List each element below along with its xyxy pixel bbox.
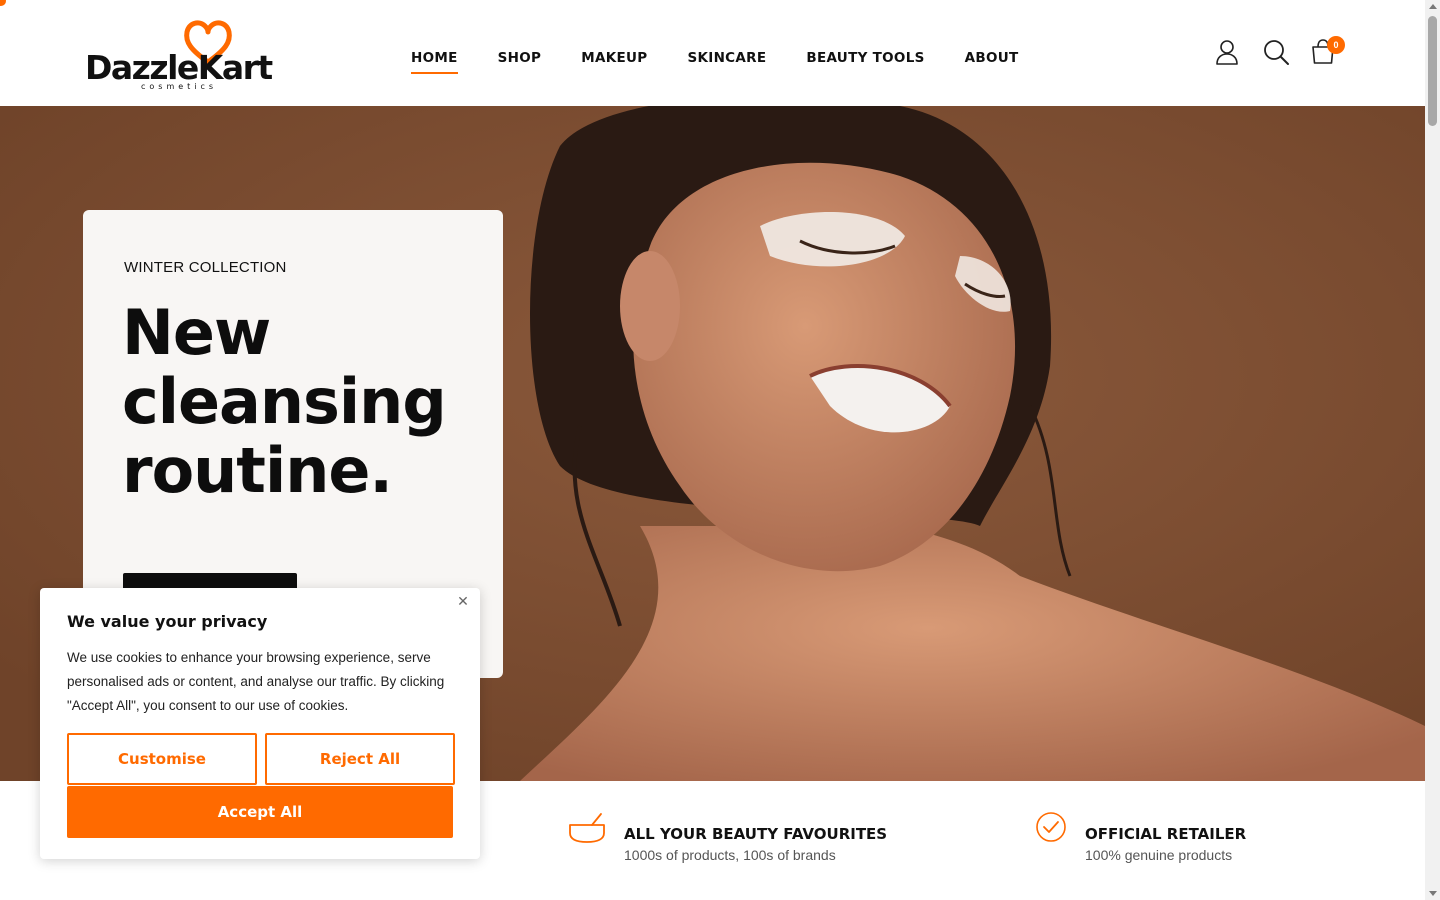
user-icon <box>1216 40 1238 65</box>
cookie-text: We use cookies to enhance your browsing … <box>67 650 445 713</box>
nav-makeup[interactable]: MAKEUP <box>581 50 647 72</box>
feature-item: ALL YOUR BEAUTY FAVOURITES 1000s of prod… <box>568 811 887 863</box>
feature-title: OFFICIAL RETAILER <box>1085 825 1247 843</box>
account-button[interactable] <box>1214 38 1240 66</box>
cookie-consent-dialog: ✕ We value your privacy We use cookies t… <box>40 588 480 859</box>
feature-title: ALL YOUR BEAUTY FAVOURITES <box>624 825 888 843</box>
nav-home[interactable]: HOME <box>411 50 458 74</box>
hero-title-line: routine. <box>122 434 393 507</box>
nav-about[interactable]: ABOUT <box>965 50 1019 72</box>
corner-dot <box>0 0 6 6</box>
search-icon <box>1264 40 1289 65</box>
page-scrollbar[interactable] <box>1425 0 1440 900</box>
close-icon[interactable]: ✕ <box>454 592 472 610</box>
mortar-bowl-icon <box>569 813 605 843</box>
cookie-title: We value your privacy <box>67 612 268 631</box>
main-nav: HOME SHOP MAKEUP SKINCARE BEAUTY TOOLS A… <box>411 50 1019 74</box>
feature-subtitle: 1000s of products, 100s of brands <box>624 847 836 863</box>
check-circle-icon <box>1036 812 1066 842</box>
scroll-up-arrow-icon[interactable] <box>1429 4 1437 9</box>
hero-title-line: New <box>122 296 271 369</box>
nav-shop[interactable]: SHOP <box>498 50 542 72</box>
feature-subtitle: 100% genuine products <box>1085 847 1233 863</box>
scroll-down-arrow-icon[interactable] <box>1429 891 1437 896</box>
header-icons: 0 <box>1214 36 1345 66</box>
hero-kicker: WINTER COLLECTION <box>124 259 287 276</box>
feature-item: OFFICIAL RETAILER 100% genuine products <box>1035 811 1246 863</box>
cart-button[interactable]: 0 <box>1310 36 1345 66</box>
brand-tagline: cosmetics <box>141 82 218 91</box>
reject-all-button[interactable]: Reject All <box>265 733 455 785</box>
customise-button[interactable]: Customise <box>67 733 257 785</box>
brand-logo[interactable]: DazzleKart cosmetics <box>85 16 275 92</box>
nav-beauty-tools[interactable]: BEAUTY TOOLS <box>806 50 924 72</box>
cart-count-badge: 0 <box>1327 36 1345 54</box>
site-header: DazzleKart cosmetics HOME SHOP MAKEUP SK… <box>0 0 1425 106</box>
search-button[interactable] <box>1262 38 1289 66</box>
accept-all-button[interactable]: Accept All <box>67 786 453 838</box>
hero-title: New cleansing routine. <box>122 298 482 505</box>
nav-skincare[interactable]: SKINCARE <box>687 50 766 72</box>
hero-title-line: cleansing <box>122 365 447 438</box>
scroll-thumb[interactable] <box>1428 16 1437 126</box>
